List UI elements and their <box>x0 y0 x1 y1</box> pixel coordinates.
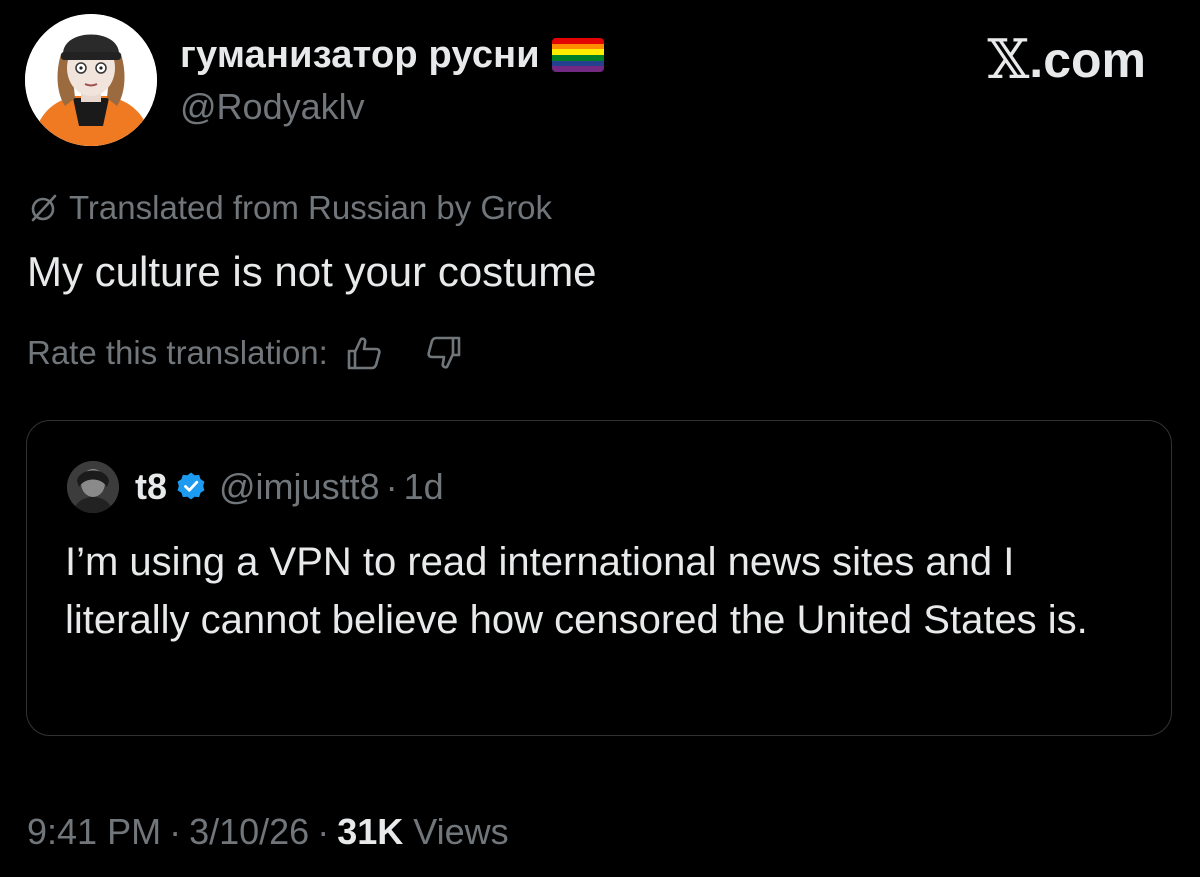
author-display-name[interactable]: гуманизатор русни <box>180 34 540 77</box>
views-label: Views <box>413 811 509 852</box>
author-avatar[interactable] <box>25 14 157 146</box>
meta-separator: · <box>317 811 330 852</box>
author-name-row: гуманизатор русни <box>180 30 604 80</box>
quoted-author-name[interactable]: t8 <box>135 466 167 508</box>
quoted-tweet-text: I’m using a VPN to read international ne… <box>65 540 1088 642</box>
thumbs-down-button[interactable] <box>422 331 466 375</box>
quoted-tweet-header: t8 @imjustt8 · 1d <box>67 461 444 513</box>
author-handle[interactable]: @Rodyaklv <box>180 86 365 128</box>
thumbs-down-icon <box>427 336 461 369</box>
tweet-text: My culture is not your costume <box>27 248 597 295</box>
tweet-meta: 9:41 PM · 3/10/26 · 31K Views <box>27 808 509 856</box>
translation-note: Translated from Russian by Grok <box>27 186 552 230</box>
rainbow-flag-icon <box>551 38 604 72</box>
meta-separator: · <box>169 811 182 852</box>
quoted-separator: · <box>385 466 398 507</box>
grok-icon <box>27 191 61 225</box>
brand-domain: .com <box>1029 31 1146 88</box>
tweet-time[interactable]: 9:41 PM <box>27 811 161 853</box>
x-com-logo: 𝕏 .com <box>987 28 1146 91</box>
tweet-date[interactable]: 3/10/26 <box>189 811 309 853</box>
quoted-author-handle[interactable]: @imjustt8 <box>219 466 380 508</box>
quoted-tweet-card[interactable]: t8 @imjustt8 · 1d I’m using a VPN to rea… <box>26 420 1172 736</box>
quoted-author-avatar[interactable] <box>67 461 119 513</box>
x-logo-icon: 𝕏 <box>987 28 1030 91</box>
thumbs-up-icon <box>347 337 381 370</box>
thumbs-up-button[interactable] <box>342 331 386 375</box>
rate-translation-row: Rate this translation: <box>27 330 466 376</box>
views-count[interactable]: 31K <box>337 811 403 853</box>
translation-note-text: Translated from Russian by Grok <box>69 189 552 226</box>
quoted-timestamp[interactable]: 1d <box>404 466 444 508</box>
verified-badge-icon <box>175 471 207 503</box>
rate-translation-label: Rate this translation: <box>27 334 328 371</box>
